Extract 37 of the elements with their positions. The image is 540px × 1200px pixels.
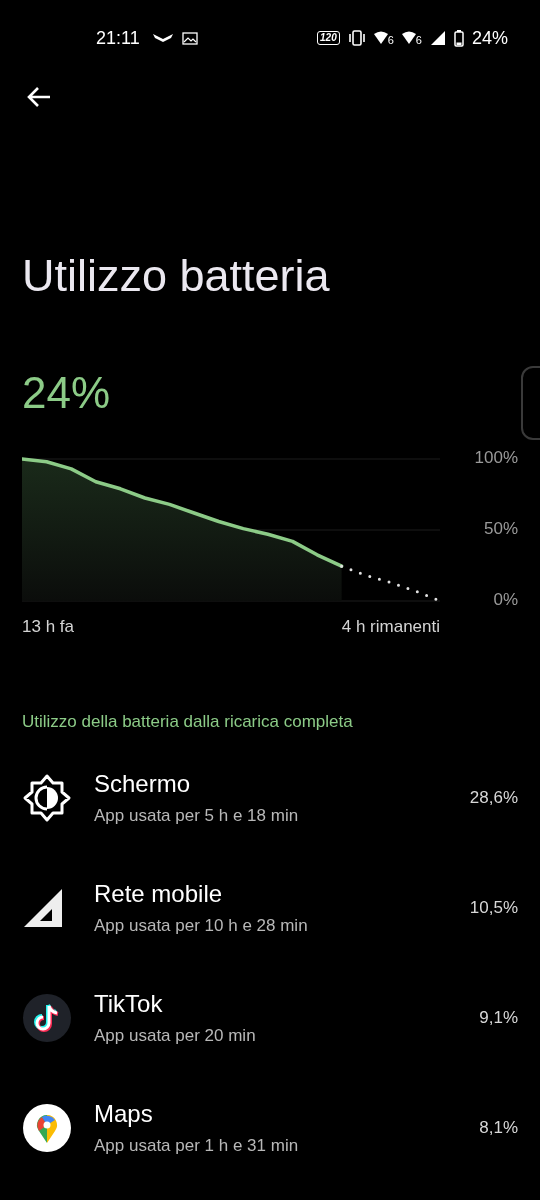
wifi-generation-label: 6 — [387, 33, 394, 46]
wifi-generation-label: 6 — [415, 33, 422, 46]
status-time: 21:11 — [96, 27, 140, 49]
axis-label: 50% — [483, 519, 518, 539]
app-name: Schermo — [94, 770, 192, 798]
usage-time: App usata per 10 h e 28 min — [94, 916, 309, 936]
usage-time: App usata per 20 min — [94, 1026, 257, 1046]
axis-label: 4 h rimanenti — [341, 617, 440, 637]
wifi-icon — [373, 30, 388, 46]
wifi-icon — [401, 30, 416, 46]
section-title: Utilizzo della batteria dalla ricarica completa — [22, 712, 354, 732]
axis-label: 13 h fa — [22, 617, 74, 637]
app-name: Rete mobile — [94, 880, 224, 908]
music-note-icon — [22, 993, 72, 1043]
signal-icon — [429, 30, 446, 46]
app-name: Maps — [94, 1100, 154, 1128]
usage-time: App usata per 1 h e 31 min — [94, 1136, 300, 1156]
battery-icon — [453, 29, 464, 47]
page-title: Utilizzo batteria — [22, 249, 331, 303]
image-icon — [181, 31, 198, 45]
refresh-rate-badge: 120 — [317, 31, 340, 45]
brightness-icon — [22, 773, 72, 823]
chevron-icon — [151, 32, 174, 44]
app-name: TikTok — [94, 990, 164, 1018]
usage-percent: 9,1% — [479, 1008, 518, 1028]
axis-label: 100% — [474, 448, 518, 468]
axis-label: 0% — [493, 590, 518, 610]
usage-percent: 10,5% — [469, 898, 518, 918]
battery-level: 24% — [22, 367, 111, 419]
usage-percent: 28,6% — [469, 788, 518, 808]
signal-icon — [22, 887, 64, 929]
battery-percent: 24% — [471, 27, 508, 49]
usage-percent: 8,1% — [479, 1118, 518, 1138]
map-pin-icon — [22, 1103, 72, 1153]
vibrate-icon — [347, 30, 366, 46]
back-arrow-icon[interactable] — [26, 86, 52, 108]
usage-time: App usata per 5 h e 18 min — [94, 806, 300, 826]
